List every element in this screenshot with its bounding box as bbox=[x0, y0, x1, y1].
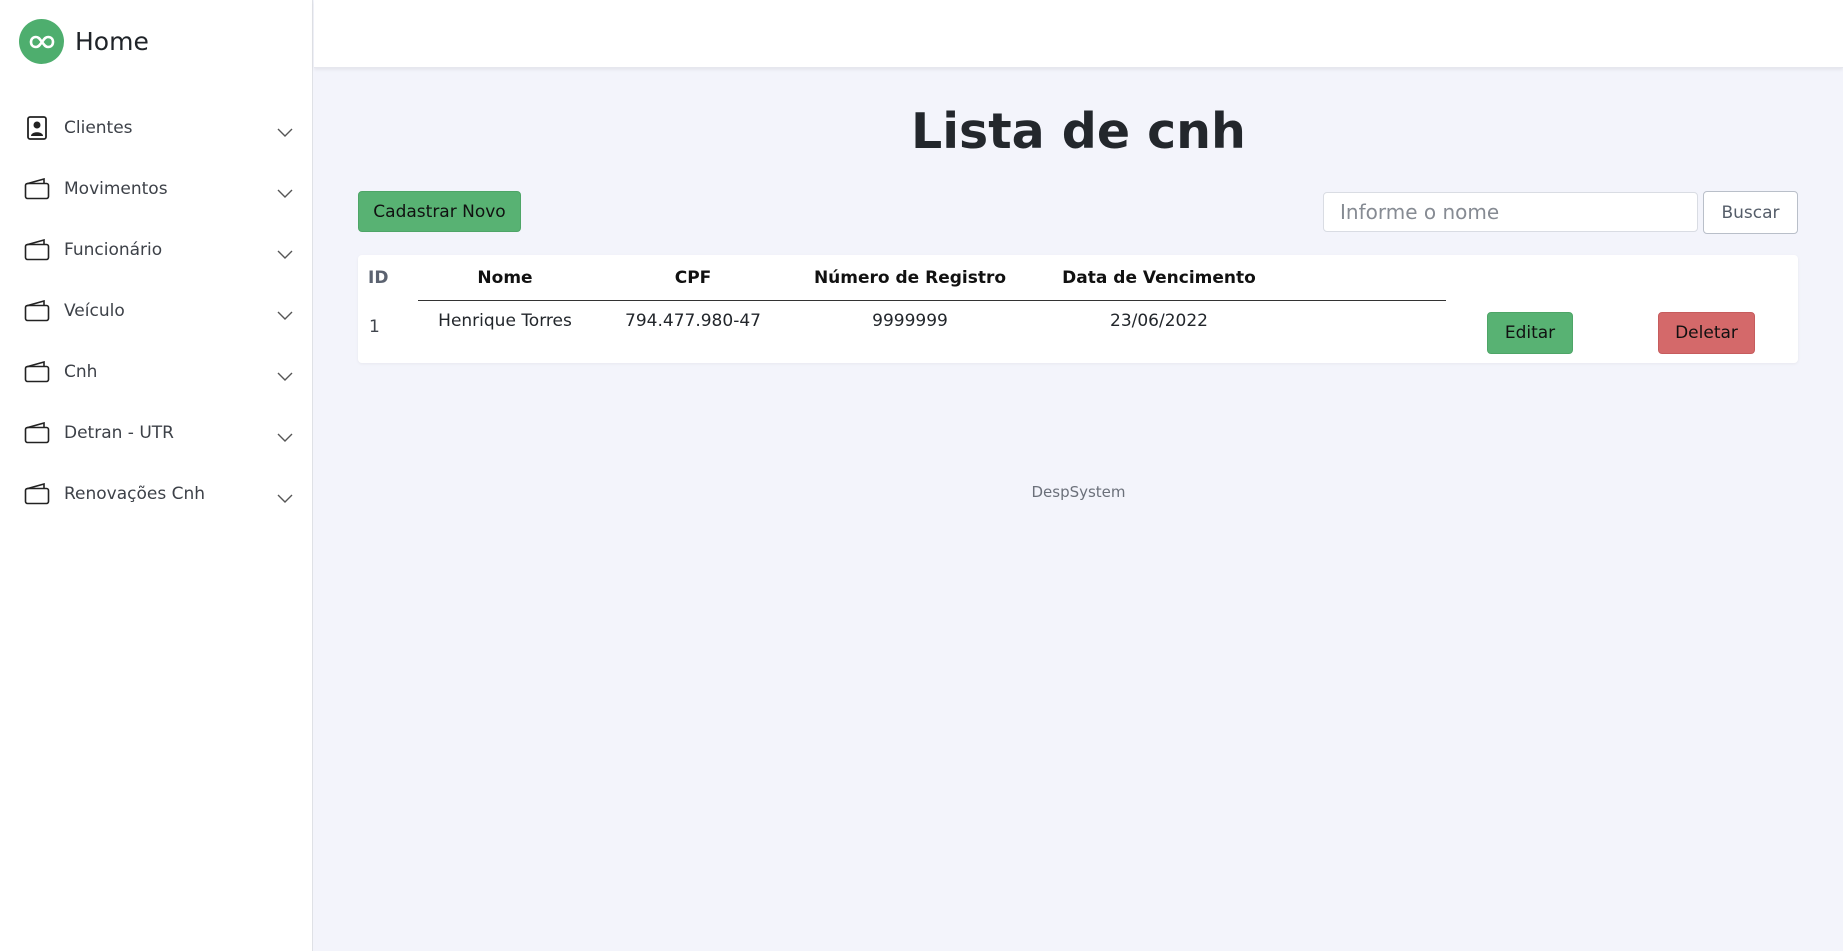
chevron-down-icon bbox=[277, 123, 293, 137]
column-header-vencimento: Data de Vencimento bbox=[1062, 268, 1256, 288]
edit-button[interactable]: Editar bbox=[1487, 312, 1573, 354]
sidebar-item-detran-utr[interactable]: Detran - UTR bbox=[0, 402, 313, 463]
sidebar-item-movimentos[interactable]: Movimentos bbox=[0, 158, 313, 219]
cell-registro: 9999999 bbox=[872, 311, 948, 331]
sidebar-item-veiculo[interactable]: Veículo bbox=[0, 280, 313, 341]
sidebar-item-label: Renovações Cnh bbox=[64, 483, 206, 504]
header-divider bbox=[418, 300, 1446, 301]
brand-title: Home bbox=[75, 27, 149, 56]
sidebar-item-label: Funcionário bbox=[64, 239, 163, 260]
column-header-registro: Número de Registro bbox=[813, 268, 1007, 288]
brand-home-link[interactable]: Home bbox=[19, 19, 149, 64]
chevron-down-icon bbox=[277, 489, 293, 503]
page-title: Lista de cnh bbox=[911, 103, 1246, 160]
column-header-id: ID bbox=[368, 268, 389, 288]
add-new-button[interactable]: Cadastrar Novo bbox=[358, 191, 521, 232]
cell-id: 1 bbox=[369, 317, 380, 337]
chevron-down-icon bbox=[277, 306, 293, 320]
search-button[interactable]: Buscar bbox=[1703, 191, 1798, 234]
search-input[interactable] bbox=[1323, 192, 1698, 232]
delete-button[interactable]: Deletar bbox=[1658, 312, 1755, 354]
cell-vencimento: 23/06/2022 bbox=[1110, 311, 1208, 331]
footer-text: DespSystem bbox=[1031, 483, 1126, 501]
sidebar-item-label: Veículo bbox=[64, 300, 125, 321]
wallet-icon bbox=[24, 176, 50, 202]
wallet-icon bbox=[24, 298, 50, 324]
chevron-down-icon bbox=[277, 428, 293, 442]
chevron-down-icon bbox=[277, 367, 293, 381]
column-header-cpf: CPF bbox=[674, 268, 712, 288]
cnh-table: ID Nome CPF Número de Registro Data de V… bbox=[358, 255, 1798, 363]
cell-nome: Henrique Torres bbox=[438, 311, 572, 331]
sidebar-item-funcionario[interactable]: Funcionário bbox=[0, 219, 313, 280]
sidebar-item-renovacoes-cnh[interactable]: Renovações Cnh bbox=[0, 463, 313, 524]
infinity-icon bbox=[19, 19, 64, 64]
wallet-icon bbox=[24, 420, 50, 446]
sidebar: Home Clientes Movimentos Funcionário Veí… bbox=[0, 0, 313, 951]
top-bar bbox=[314, 0, 1843, 68]
chevron-down-icon bbox=[277, 184, 293, 198]
sidebar-item-label: Clientes bbox=[64, 117, 133, 138]
chevron-down-icon bbox=[277, 245, 293, 259]
wallet-icon bbox=[24, 359, 50, 385]
sidebar-item-label: Cnh bbox=[64, 361, 98, 382]
sidebar-item-label: Movimentos bbox=[64, 178, 168, 199]
column-header-nome: Nome bbox=[477, 268, 533, 288]
sidebar-item-clientes[interactable]: Clientes bbox=[0, 97, 313, 158]
sidebar-menu: Clientes Movimentos Funcionário Veículo … bbox=[0, 97, 313, 524]
sidebar-item-label: Detran - UTR bbox=[64, 422, 174, 443]
cell-cpf: 794.477.980-47 bbox=[625, 311, 761, 331]
wallet-icon bbox=[24, 481, 50, 507]
wallet-icon bbox=[24, 237, 50, 263]
contact-card-icon bbox=[24, 115, 50, 141]
sidebar-item-cnh[interactable]: Cnh bbox=[0, 341, 313, 402]
